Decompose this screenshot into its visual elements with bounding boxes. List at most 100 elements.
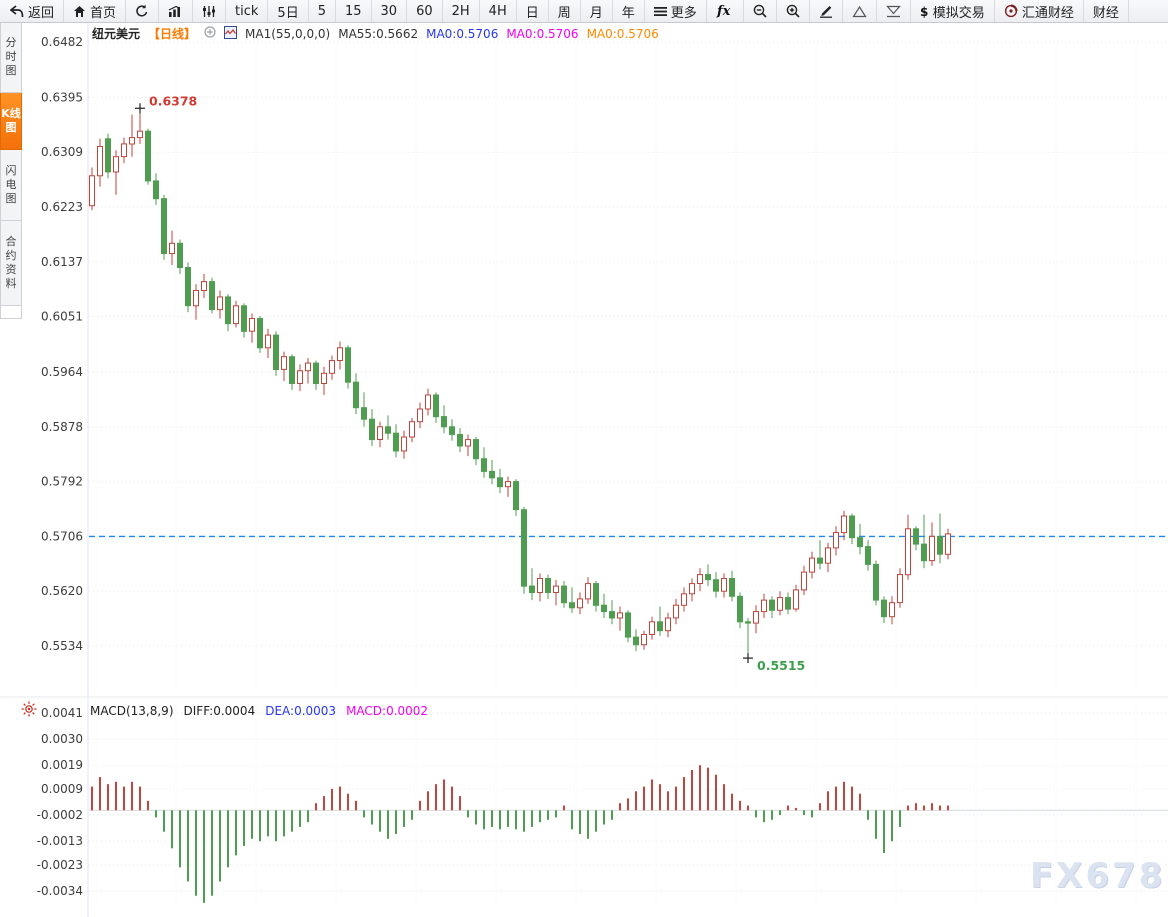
macd-tick-label: 0.0030	[41, 732, 83, 746]
toolbar-item-fx[interactable]: fx	[707, 0, 744, 22]
toolbar-item-60[interactable]: 60	[407, 0, 443, 22]
macd-title: MACD(13,8,9)	[90, 704, 174, 718]
zoom-out-icon	[753, 4, 767, 18]
macd-tick-label: -0.0002	[37, 808, 83, 822]
toolbar-item-年[interactable]: 年	[613, 0, 645, 22]
macd-tick-label: 0.0041	[41, 706, 83, 720]
toolbar-item-label: 模拟交易	[932, 5, 985, 21]
low-price-label: 0.5515	[757, 658, 805, 673]
ma55-value: MA55:0.5662	[338, 26, 419, 41]
toolbar-item-15[interactable]: 15	[336, 0, 372, 22]
macd-dea-value: DEA:0.0003	[265, 704, 337, 718]
toolbar-item-label: 日	[525, 5, 539, 21]
toolbar-item-月[interactable]: 月	[581, 0, 613, 22]
toolbar-item-label: 5日	[277, 5, 299, 21]
price-tick-label: 0.6482	[41, 35, 83, 49]
sidebar-tab-闪电图[interactable]: 闪电图	[0, 150, 22, 221]
toolbar-item-label: 60	[416, 3, 433, 19]
plus-circle-icon[interactable]	[204, 26, 216, 41]
sidebar-tab-K线图[interactable]: K线图	[0, 93, 22, 150]
home-icon	[73, 5, 86, 18]
refresh-icon	[135, 4, 149, 18]
toolbar-item-label: 财经	[1092, 5, 1119, 21]
toolbar-item-财经[interactable]: 财经	[1084, 0, 1129, 22]
toolbar-item-label: 汇通财经	[1021, 5, 1074, 21]
price-tick-label: 0.6051	[41, 310, 83, 324]
low-marker	[743, 653, 753, 664]
toolbar-item-label: tick	[235, 3, 259, 19]
sidebar: 分时图 K线图 闪电图 合约资料	[0, 22, 22, 319]
fx678-logo-icon	[1004, 4, 1018, 18]
price-tick-label: 0.5706	[41, 529, 83, 543]
price-tick-label: 0.5620	[41, 584, 83, 598]
chart-header: 纽元美元 【日线】 MA1(55,0,0,0) MA55:0.5662 MA0:…	[92, 25, 659, 42]
toolbar-item-label: 年	[621, 5, 635, 21]
macd-tick-label: 0.0009	[41, 782, 83, 796]
price-tick-label: 0.6223	[41, 200, 83, 214]
toolbar-item-首页[interactable]: 首页	[64, 0, 127, 22]
toolbar-item-日[interactable]: 日	[517, 0, 549, 22]
chart-bars-icon	[168, 5, 183, 18]
macd-tick-label: 0.0019	[41, 758, 83, 772]
macd-settings-icon[interactable]	[21, 701, 37, 721]
price-tick-label: 0.5964	[41, 365, 83, 379]
toolbar-item-tick[interactable]: tick	[226, 0, 269, 22]
price-tick-label: 0.5792	[41, 475, 83, 489]
toolbar-item-5日[interactable]: 5日	[268, 0, 309, 22]
toolbar-item-label: 周	[557, 5, 571, 21]
toolbar-item-30[interactable]: 30	[372, 0, 408, 22]
back-arrow-icon	[9, 4, 24, 18]
ma0-blue-value: MA0:0.5706	[426, 26, 499, 41]
toolbar-item-模拟交易[interactable]: $ 模拟交易	[911, 0, 995, 22]
toolbar-item-返回[interactable]: 返回	[0, 0, 65, 22]
ma0-orange-value: MA0:0.5706	[586, 26, 659, 41]
macd-tick-label: -0.0034	[37, 884, 83, 898]
toolbar-item-zoom-out[interactable]	[744, 0, 777, 22]
toolbar-item-label: 首页	[90, 5, 117, 21]
price-tick-label: 0.5534	[41, 639, 83, 653]
fx-icon: fx	[716, 4, 734, 18]
price-tick-label: 0.6309	[41, 145, 83, 159]
period-label: 【日线】	[148, 27, 197, 41]
toolbar-item-refresh[interactable]	[126, 0, 160, 22]
triangle-up-icon	[852, 5, 867, 18]
chart-canvas[interactable]: 0.6482 0.6395 0.6309 0.6223 0.6137 0.6051 0.59…	[0, 0, 1168, 917]
svg-text:$: $	[920, 5, 928, 18]
ma0-magenta-value: MA0:0.5706	[506, 26, 579, 41]
high-price-label: 0.6378	[149, 93, 197, 108]
toolbar-item-triangle-up[interactable]	[843, 0, 877, 22]
triangle-down-icon	[885, 5, 901, 18]
toolbar-item-label: 4H	[488, 3, 507, 19]
candles	[89, 108, 951, 659]
price-tick-label: 0.5878	[41, 420, 83, 434]
macd-header: MACD(13,8,9) DIFF:0.0004 DEA:0.0003 MACD…	[90, 704, 428, 718]
toolbar: 返回 首页 tick 5日 5 15 30 60 2H 4H 日 周 月 年 更多 fx $ 模拟交易 汇通财经 财经	[0, 0, 1168, 23]
toolbar-item-label: 返回	[28, 5, 55, 21]
high-marker	[135, 103, 145, 114]
toolbar-item-汇通财经[interactable]: 汇通财经	[995, 0, 1084, 22]
toolbar-item-pencil[interactable]	[810, 0, 843, 22]
menu-icon	[653, 6, 667, 17]
toolbar-item-zoom-in[interactable]	[777, 0, 810, 22]
toolbar-item-label: 5	[317, 3, 326, 19]
macd-histogram	[91, 765, 949, 903]
toolbar-item-更多[interactable]: 更多	[645, 0, 707, 22]
toolbar-item-label: 15	[344, 3, 362, 19]
ma-settings-label: MA1(55,0,0,0)	[245, 26, 331, 41]
toolbar-item-triangle-down[interactable]	[877, 0, 911, 22]
toolbar-item-4H[interactable]: 4H	[480, 0, 517, 22]
macd-diff-value: DIFF:0.0004	[183, 704, 256, 718]
macd-tick-label: -0.0013	[37, 834, 83, 848]
price-tick-label: 0.6137	[41, 255, 83, 269]
sidebar-tab-分时图[interactable]: 分时图	[0, 22, 22, 93]
indicator-chart-icon[interactable]	[224, 25, 238, 42]
dollar-icon: $	[920, 5, 929, 18]
toolbar-item-label: 2H	[451, 3, 470, 19]
toolbar-item-周[interactable]: 周	[549, 0, 581, 22]
toolbar-item-sliders[interactable]	[193, 0, 227, 22]
toolbar-item-2H[interactable]: 2H	[443, 0, 480, 22]
toolbar-item-chart-bars[interactable]	[159, 0, 194, 22]
symbol-name: 纽元美元	[92, 27, 141, 41]
sidebar-tab-合约资料[interactable]: 合约资料	[0, 221, 22, 306]
toolbar-item-5[interactable]: 5	[309, 0, 336, 22]
